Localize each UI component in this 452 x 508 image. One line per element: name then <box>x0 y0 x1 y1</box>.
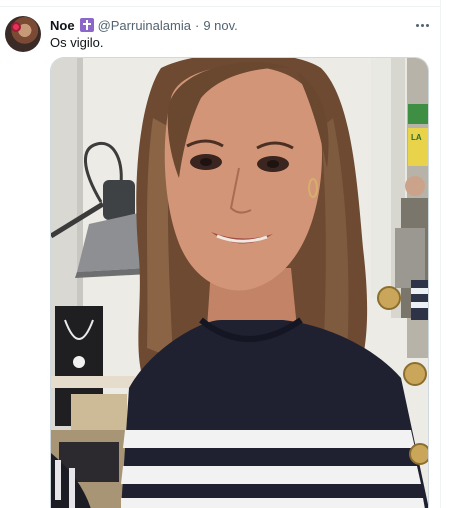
divider <box>0 6 440 7</box>
tweet-date[interactable]: 9 nov. <box>203 18 237 33</box>
separator: · <box>194 17 200 33</box>
sign-text: LA <box>411 133 422 142</box>
tweet-text: Os vigilo. <box>50 35 104 50</box>
tweet-header: Noe @Parruinalamia · 9 nov. <box>50 16 238 34</box>
latin-cross-icon <box>79 18 94 32</box>
avatar-flower <box>11 22 21 32</box>
avatar[interactable] <box>5 16 41 52</box>
display-name[interactable]: Noe <box>50 18 75 33</box>
more-horizontal-icon[interactable] <box>410 16 434 34</box>
user-handle[interactable]: @Parruinalamia <box>98 18 191 33</box>
photo-illustration: LA <box>51 58 428 508</box>
column-divider <box>440 0 441 508</box>
tweet-photo[interactable]: LA <box>50 57 429 508</box>
tweet[interactable]: Noe @Parruinalamia · 9 nov. Os vigilo. L… <box>0 0 440 508</box>
